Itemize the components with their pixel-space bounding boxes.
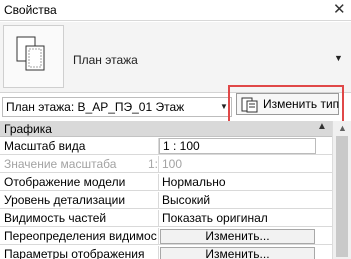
view-instance-label: План этажа: В_АР_ПЭ_01 Этаж bbox=[6, 100, 185, 114]
property-row-visibility-overrides[interactable]: Переопределения видимости Изменить... bbox=[0, 228, 332, 245]
column-divider bbox=[158, 228, 159, 245]
type-name: План этажа bbox=[73, 53, 138, 67]
edit-type-label: Изменить тип bbox=[263, 97, 340, 111]
property-value[interactable]: Высокий bbox=[162, 193, 210, 207]
column-divider bbox=[158, 192, 159, 209]
property-row-detail-level[interactable]: Уровень детализации Высокий bbox=[0, 192, 332, 209]
property-row-scale-value: Значение масштаба 1: 100 bbox=[0, 156, 332, 173]
property-row-display-settings[interactable]: Параметры отображения Изменить... bbox=[0, 246, 332, 259]
property-row-parts-visibility[interactable]: Видимость частей Показать оригинал bbox=[0, 210, 332, 227]
view-instance-select[interactable]: План этажа: В_АР_ПЭ_01 Этаж ▼ bbox=[2, 97, 232, 117]
scrollbar-thumb[interactable] bbox=[336, 136, 348, 257]
property-value: 100 bbox=[162, 157, 183, 171]
property-name: Значение масштаба bbox=[4, 157, 117, 171]
display-settings-edit-button[interactable]: Изменить... bbox=[160, 247, 315, 259]
property-name: Отображение модели bbox=[4, 175, 126, 189]
chevron-down-icon[interactable]: ▼ bbox=[220, 102, 228, 111]
type-selector[interactable]: План этажа ▼ bbox=[0, 22, 351, 93]
property-row-model-display[interactable]: Отображение модели Нормально bbox=[0, 174, 332, 191]
view-scale-input[interactable]: 1 : 100 bbox=[159, 138, 316, 154]
properties-scrollbar[interactable]: ▲ bbox=[332, 121, 351, 259]
property-name: Масштаб вида bbox=[4, 139, 86, 153]
floor-plan-icon bbox=[16, 36, 45, 71]
panel-title: Свойства bbox=[4, 3, 57, 17]
property-name: Видимость частей bbox=[4, 211, 107, 225]
column-divider bbox=[158, 174, 159, 191]
property-row-view-scale[interactable]: Масштаб вида 1 : 100 bbox=[0, 138, 332, 155]
property-name: Параметры отображения bbox=[4, 247, 145, 259]
collapse-icon[interactable]: ▲ bbox=[317, 121, 327, 132]
column-divider bbox=[158, 156, 159, 173]
edit-type-button[interactable]: Изменить тип bbox=[236, 93, 339, 115]
scroll-up-icon[interactable]: ▲ bbox=[338, 123, 347, 133]
property-value[interactable]: Нормально bbox=[162, 175, 226, 189]
group-title: Графика bbox=[4, 122, 52, 136]
edit-type-icon bbox=[241, 97, 258, 113]
type-thumbnail bbox=[3, 25, 64, 88]
group-header-graphics[interactable]: Графика ▲ bbox=[0, 121, 332, 137]
property-name: Переопределения видимости bbox=[4, 229, 157, 243]
scale-prefix: 1: bbox=[148, 157, 159, 171]
column-divider bbox=[158, 246, 159, 259]
properties-grid: Графика ▲ Масштаб вида 1 : 100 Значение … bbox=[0, 121, 332, 259]
properties-titlebar: Свойства ✕ bbox=[0, 0, 351, 21]
visibility-overrides-edit-button[interactable]: Изменить... bbox=[160, 229, 315, 244]
property-name: Уровень детализации bbox=[4, 193, 126, 207]
property-value[interactable]: Показать оригинал bbox=[162, 211, 268, 225]
chevron-down-icon[interactable]: ▼ bbox=[334, 53, 343, 63]
close-icon[interactable]: ✕ bbox=[333, 0, 346, 18]
column-divider bbox=[158, 210, 159, 227]
